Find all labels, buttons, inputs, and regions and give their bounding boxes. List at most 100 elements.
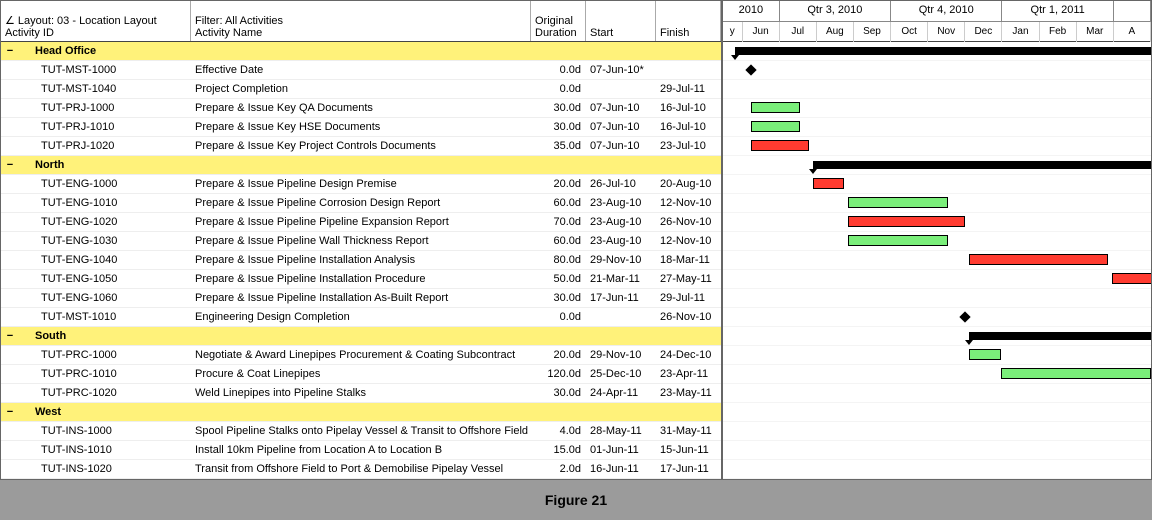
gantt-row[interactable] (723, 422, 1151, 441)
activity-id: TUT-MST-1040 (41, 83, 116, 95)
task-bar[interactable] (813, 178, 843, 189)
task-bar[interactable] (969, 254, 1108, 265)
activity-row[interactable]: TUT-PRJ-1020Prepare & Issue Key Project … (1, 137, 721, 156)
task-bar[interactable] (751, 102, 800, 113)
activity-row[interactable]: TUT-MST-1000Effective Date0.0d07-Jun-10* (1, 61, 721, 80)
task-bar[interactable] (751, 121, 800, 132)
task-bar[interactable] (751, 140, 810, 151)
collapse-icon[interactable]: − (5, 45, 15, 57)
group-row[interactable]: − Head Office (1, 42, 721, 61)
col-activity-name[interactable]: Activity Name (195, 27, 526, 39)
gantt-row[interactable] (723, 289, 1151, 308)
activity-finish: 27-May-11 (656, 273, 721, 285)
gantt-row[interactable] (723, 346, 1151, 365)
month-header: Jan (1002, 22, 1039, 42)
group-row[interactable]: − West (1, 403, 721, 422)
activity-row[interactable]: TUT-INS-1020 Transit from Offshore Field … (1, 460, 721, 479)
quarter-header (1114, 1, 1151, 21)
summary-bar[interactable] (735, 47, 1151, 55)
activity-name: Prepare & Issue Key Project Controls Doc… (191, 140, 531, 152)
task-bar[interactable] (1001, 368, 1151, 379)
group-label: West (35, 406, 61, 418)
gantt-row[interactable] (723, 251, 1151, 270)
activity-duration: 0.0d (531, 83, 586, 95)
group-row[interactable]: −North (1, 156, 721, 175)
gantt-row[interactable] (723, 403, 1151, 422)
group-row[interactable]: −South (1, 327, 721, 346)
gantt-chart[interactable]: 2010Qtr 3, 2010Qtr 4, 2010Qtr 1, 2011 yJ… (723, 1, 1151, 479)
summary-bar[interactable] (969, 332, 1151, 340)
gantt-row[interactable] (723, 99, 1151, 118)
activity-name: Spool Pipeline Stalks onto Pipelay Vesse… (191, 425, 531, 437)
gantt-row[interactable] (723, 384, 1151, 403)
gantt-row[interactable] (723, 213, 1151, 232)
activity-row[interactable]: TUT-ENG-1020Prepare & Issue Pipeline Pip… (1, 213, 721, 232)
activity-id: TUT-ENG-1040 (41, 254, 117, 266)
activity-row[interactable]: TUT-PRC-1020Weld Linepipes into Pipeline… (1, 384, 721, 403)
gantt-row[interactable] (723, 80, 1151, 99)
col-start[interactable]: Start (590, 27, 651, 39)
gantt-row[interactable] (723, 42, 1151, 61)
gantt-row[interactable] (723, 156, 1151, 175)
activity-row[interactable]: TUT-PRC-1000Negotiate & Award Linepipes … (1, 346, 721, 365)
activity-start: 23-Aug-10 (586, 216, 656, 228)
activity-id: TUT-ENG-1020 (41, 216, 117, 228)
collapse-icon[interactable]: − (5, 406, 15, 418)
activity-id: TUT-MST-1010 (41, 311, 116, 323)
activity-row[interactable]: TUT-PRC-1010Procure & Coat Linepipes120.… (1, 365, 721, 384)
layout-label: ∠ Layout: 03 - Location Layout (5, 14, 186, 27)
activity-finish: 15-Jun-11 (656, 444, 721, 456)
gantt-row[interactable] (723, 232, 1151, 251)
activity-start: 07-Jun-10 (586, 140, 656, 152)
gantt-row[interactable] (723, 61, 1151, 80)
gantt-row[interactable] (723, 270, 1151, 289)
col-duration-l1[interactable]: Original (535, 15, 581, 27)
month-header: Feb (1040, 22, 1077, 42)
activity-row[interactable]: TUT-MST-1040Project Completion0.0d29-Jul… (1, 80, 721, 99)
task-bar[interactable] (848, 197, 949, 208)
activity-row[interactable]: TUT-INS-1000Spool Pipeline Stalks onto P… (1, 422, 721, 441)
activity-row[interactable]: TUT-ENG-1010Prepare & Issue Pipeline Cor… (1, 194, 721, 213)
gantt-row[interactable] (723, 460, 1151, 479)
task-bar[interactable] (848, 235, 949, 246)
group-label: Head Office (35, 45, 96, 57)
activity-name: Prepare & Issue Pipeline Design Premise (191, 178, 531, 190)
task-bar[interactable] (848, 216, 966, 227)
collapse-icon[interactable]: − (5, 330, 15, 342)
activity-finish: 17-Jun-11 (656, 463, 721, 475)
quarter-header: 2010 (723, 1, 780, 21)
milestone-diamond[interactable] (745, 64, 756, 75)
gantt-row[interactable] (723, 194, 1151, 213)
activity-row[interactable]: TUT-ENG-1030Prepare & Issue Pipeline Wal… (1, 232, 721, 251)
milestone-diamond[interactable] (960, 311, 971, 322)
activity-start: 16-Jun-11 (586, 463, 656, 475)
activity-row[interactable]: TUT-ENG-1050Prepare & Issue Pipeline Ins… (1, 270, 721, 289)
activity-row[interactable]: TUT-MST-1010Engineering Design Completio… (1, 308, 721, 327)
gantt-row[interactable] (723, 175, 1151, 194)
activity-id: TUT-INS-1020 (41, 463, 112, 475)
gantt-row[interactable] (723, 308, 1151, 327)
activity-row[interactable]: TUT-PRJ-1010Prepare & Issue Key HSE Docu… (1, 118, 721, 137)
activity-name: Prepare & Issue Pipeline Installation As… (191, 292, 531, 304)
activity-start: 25-Dec-10 (586, 368, 656, 380)
col-activity-id[interactable]: Activity ID (5, 27, 186, 39)
collapse-icon[interactable]: − (5, 159, 15, 171)
gantt-row[interactable] (723, 365, 1151, 384)
task-bar[interactable] (1112, 273, 1151, 284)
task-bar[interactable] (969, 349, 1001, 360)
gantt-row[interactable] (723, 441, 1151, 460)
activity-row[interactable]: TUT-INS-1010Install 10km Pipeline from L… (1, 441, 721, 460)
gantt-row[interactable] (723, 137, 1151, 156)
activity-name: Transit from Offshore Field to Port & De… (191, 463, 531, 475)
activity-row[interactable]: TUT-ENG-1060Prepare & Issue Pipeline Ins… (1, 289, 721, 308)
activity-duration: 20.0d (531, 178, 586, 190)
activity-row[interactable]: TUT-ENG-1000Prepare & Issue Pipeline Des… (1, 175, 721, 194)
col-finish[interactable]: Finish (660, 27, 716, 39)
activity-row[interactable]: TUT-ENG-1040Prepare & Issue Pipeline Ins… (1, 251, 721, 270)
month-header: y (723, 22, 743, 42)
activity-name: Prepare & Issue Pipeline Wall Thickness … (191, 235, 531, 247)
activity-row[interactable]: TUT-PRJ-1000Prepare & Issue Key QA Docum… (1, 99, 721, 118)
gantt-row[interactable] (723, 327, 1151, 346)
summary-bar[interactable] (813, 161, 1151, 169)
gantt-row[interactable] (723, 118, 1151, 137)
